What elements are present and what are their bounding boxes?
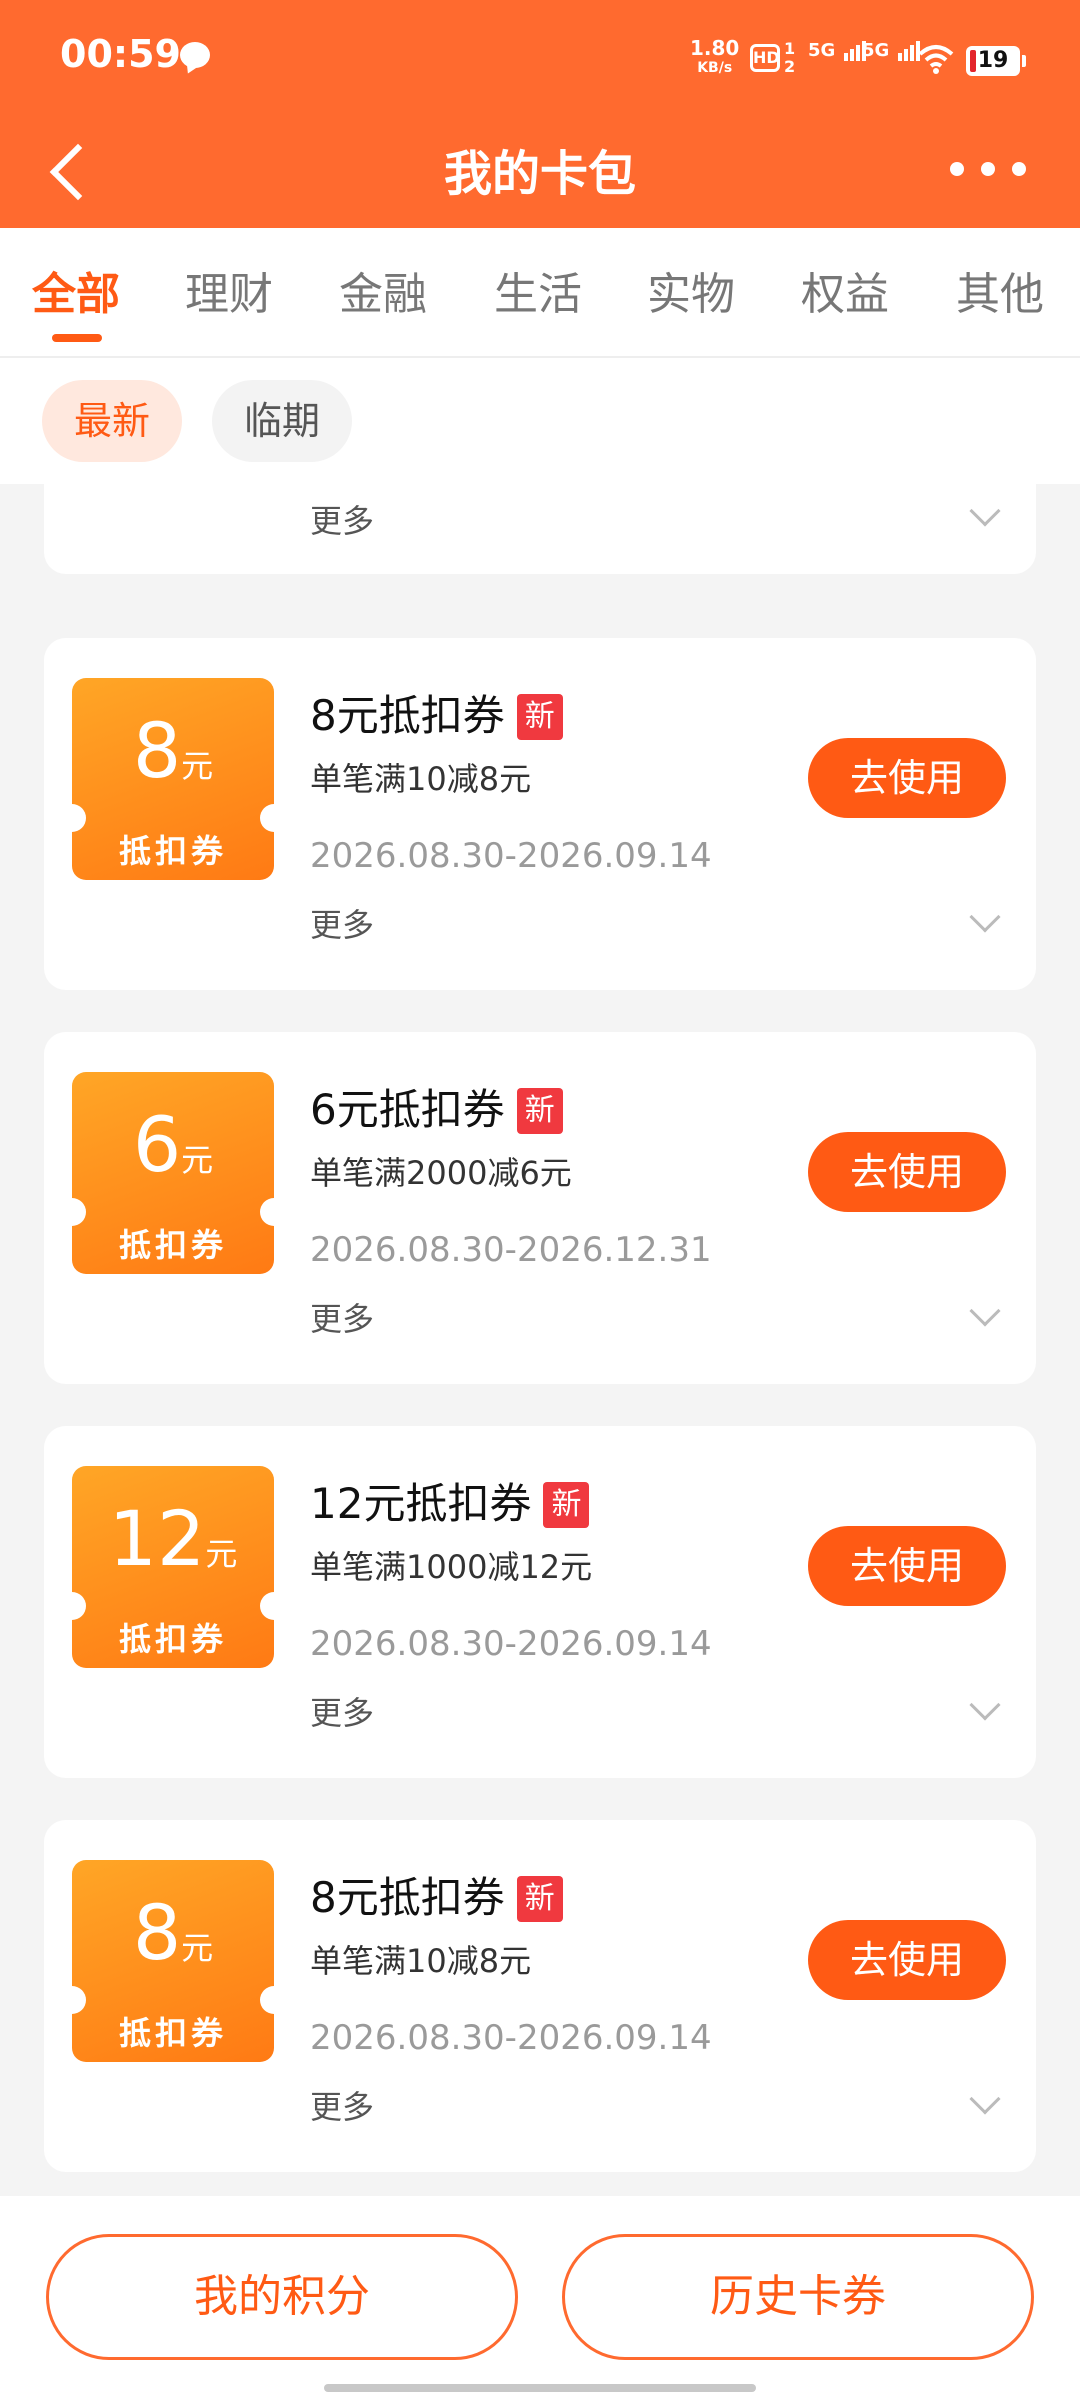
- signal-icon-2: 5G: [862, 40, 920, 61]
- status-bar: 00:59 1.80 KB/s HD 1 2 5G 5G 19: [0, 0, 1080, 120]
- filter-latest[interactable]: 最新: [42, 380, 182, 462]
- coupon-date: 2026.08.30-2026.09.14: [310, 836, 712, 876]
- coupon-kind: 抵扣券: [118, 1226, 227, 1264]
- history-coupons-button[interactable]: 历史卡券: [562, 2234, 1034, 2360]
- more-link[interactable]: 更多: [310, 900, 374, 946]
- coupon-card: 8元 抵扣券 8元抵扣券新 单笔满10减8元 2026.08.30-2026.0…: [44, 638, 1036, 990]
- hd-icon: HD: [750, 44, 780, 72]
- tab-life[interactable]: 生活: [494, 258, 582, 322]
- status-time: 00:59: [60, 32, 181, 76]
- hd-sub-label: 1 2: [784, 39, 796, 76]
- coupon-desc: 单笔满2000减6元: [310, 1154, 572, 1192]
- new-badge: 新: [516, 694, 563, 740]
- coupon-amount: 12元: [108, 1494, 238, 1583]
- chevron-down-icon[interactable]: [969, 901, 1001, 933]
- coupon-ticket: 8元 抵扣券: [58, 678, 288, 880]
- more-link[interactable]: 更多: [310, 1688, 374, 1734]
- coupon-date: 2026.08.30-2026.09.14: [310, 2018, 712, 2058]
- coupon-kind: 抵扣券: [118, 832, 227, 870]
- coupon-ticket: 6元 抵扣券: [58, 1072, 288, 1274]
- nav-bar: 我的卡包: [0, 120, 1080, 228]
- coupon-card-partial: 更多: [44, 484, 1036, 574]
- chat-icon: [180, 42, 210, 68]
- bottom-bar: 我的积分 历史卡券: [0, 2196, 1080, 2400]
- coupon-ticket: 8元 抵扣券: [58, 1860, 288, 2062]
- battery-level: 19: [977, 48, 1009, 73]
- coupon-desc: 单笔满10减8元: [310, 1942, 532, 1980]
- signal-icon-1: 5G: [808, 40, 866, 61]
- wifi-icon: [918, 45, 954, 74]
- coupon-amount: 6元: [132, 1100, 214, 1189]
- filter-bar: 最新 临期: [0, 358, 1080, 484]
- new-badge: 新: [543, 1482, 590, 1528]
- coupon-date: 2026.08.30-2026.09.14: [310, 1624, 712, 1664]
- tab-banking[interactable]: 金融: [339, 258, 427, 322]
- home-indicator[interactable]: [324, 2384, 756, 2392]
- use-button[interactable]: 去使用: [808, 1920, 1006, 2000]
- more-link[interactable]: 更多: [310, 1294, 374, 1340]
- page-title: 我的卡包: [443, 146, 636, 202]
- tab-all[interactable]: 全部: [32, 258, 120, 322]
- use-button[interactable]: 去使用: [808, 1526, 1006, 1606]
- filter-expiring[interactable]: 临期: [212, 380, 352, 462]
- chevron-down-icon[interactable]: [969, 1689, 1001, 1721]
- coupon-title: 8元抵扣券新: [310, 682, 563, 743]
- coupon-amount: 8元: [132, 706, 214, 795]
- network-speed: 1.80 KB/s: [690, 38, 739, 78]
- tab-finance[interactable]: 理财: [185, 258, 273, 322]
- more-link[interactable]: 更多: [310, 2082, 374, 2128]
- coupon-desc: 单笔满1000减12元: [310, 1548, 593, 1586]
- chevron-down-icon[interactable]: [969, 495, 1001, 527]
- sim1-label: 5G: [808, 40, 836, 61]
- tab-other[interactable]: 其他: [956, 258, 1044, 322]
- coupon-title: 8元抵扣券新: [310, 1864, 563, 1925]
- coupon-amount: 8元: [132, 1888, 214, 1977]
- my-points-button[interactable]: 我的积分: [46, 2234, 518, 2360]
- active-tab-indicator: [52, 334, 102, 342]
- coupon-list: 更多 8元 抵扣券 8元抵扣券新 单笔满10减8元 2026.08.30-202…: [0, 484, 1080, 2194]
- more-link[interactable]: 更多: [310, 496, 374, 542]
- network-speed-value: 1.80: [690, 36, 740, 60]
- coupon-card: 6元 抵扣券 6元抵扣券新 单笔满2000减6元 2026.08.30-2026…: [44, 1032, 1036, 1384]
- more-options-icon[interactable]: [940, 150, 1036, 190]
- new-badge: 新: [516, 1876, 563, 1922]
- header: 00:59 1.80 KB/s HD 1 2 5G 5G 19 我的卡包: [0, 0, 1080, 228]
- coupon-ticket: 12元 抵扣券: [58, 1466, 288, 1668]
- coupon-kind: 抵扣券: [118, 2014, 227, 2052]
- coupon-card: 12元 抵扣券 12元抵扣券新 单笔满1000减12元 2026.08.30-2…: [44, 1426, 1036, 1778]
- use-button[interactable]: 去使用: [808, 738, 1006, 818]
- category-tabs: 全部 理财 金融 生活 实物 权益 其他: [0, 228, 1080, 358]
- tab-benefits[interactable]: 权益: [801, 258, 889, 322]
- coupon-date: 2026.08.30-2026.12.31: [310, 1230, 712, 1270]
- coupon-title: 12元抵扣券新: [310, 1470, 590, 1531]
- chevron-down-icon[interactable]: [969, 2083, 1001, 2115]
- sim2-label: 5G: [862, 40, 890, 61]
- network-speed-unit: KB/s: [697, 60, 733, 76]
- battery-icon: 19: [966, 46, 1026, 76]
- coupon-card: 8元 抵扣券 8元抵扣券新 单笔满10减8元 2026.08.30-2026.0…: [44, 1820, 1036, 2172]
- coupon-kind: 抵扣券: [118, 1620, 227, 1658]
- new-badge: 新: [516, 1088, 563, 1134]
- chevron-down-icon[interactable]: [969, 1295, 1001, 1327]
- coupon-title: 6元抵扣券新: [310, 1076, 563, 1137]
- coupon-desc: 单笔满10减8元: [310, 760, 532, 798]
- use-button[interactable]: 去使用: [808, 1132, 1006, 1212]
- tab-goods[interactable]: 实物: [647, 258, 735, 322]
